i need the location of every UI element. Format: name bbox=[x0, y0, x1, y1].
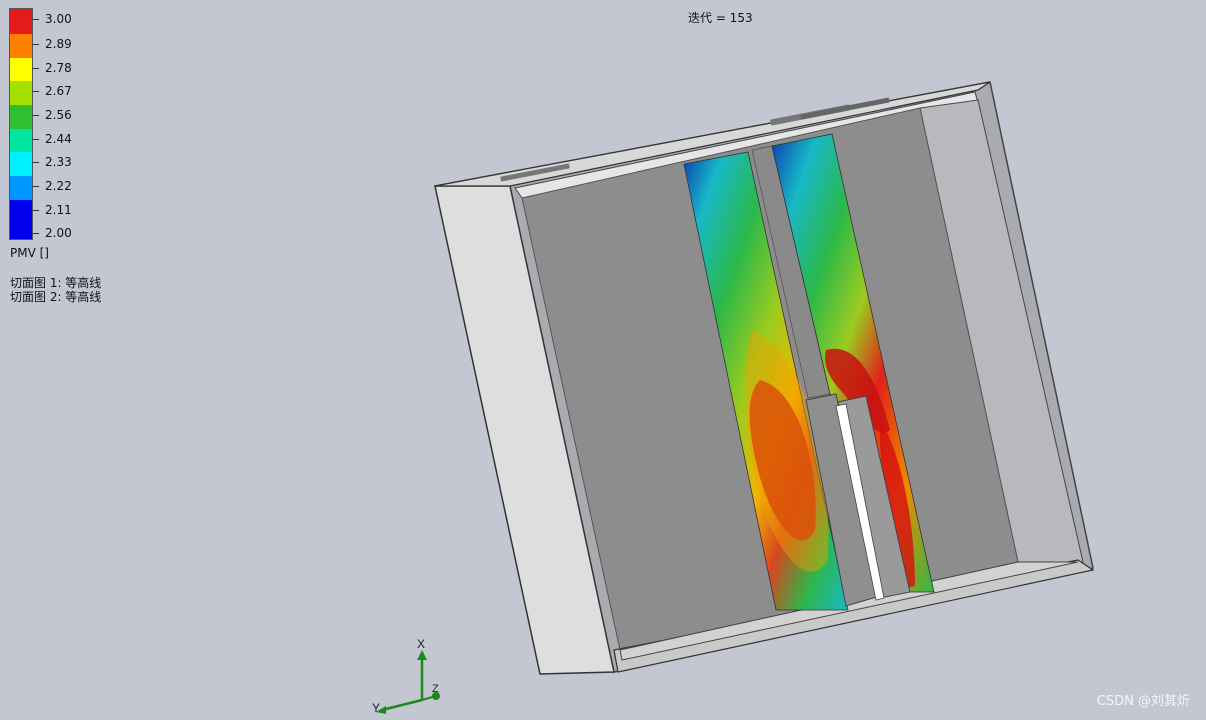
legend-seg-4 bbox=[10, 105, 32, 129]
legend-label: 2.33 bbox=[45, 155, 72, 169]
legend-label: 2.67 bbox=[45, 84, 72, 98]
legend-tick bbox=[33, 19, 39, 20]
color-legend: 3.00 2.89 2.78 2.67 2.56 2.44 2.33 2.22 … bbox=[9, 8, 139, 260]
watermark-text: CSDN @刘其炘 bbox=[1096, 694, 1190, 709]
graphics-viewport[interactable]: 3.00 2.89 2.78 2.67 2.56 2.44 2.33 2.22 … bbox=[0, 0, 1206, 720]
legend-tick bbox=[33, 186, 39, 187]
legend-label: 2.44 bbox=[45, 132, 72, 146]
legend-label: 2.22 bbox=[45, 179, 72, 193]
cut-plot-list: 切面图 1: 等高线 切面图 2: 等高线 bbox=[10, 276, 101, 304]
legend-seg-2 bbox=[10, 58, 32, 81]
legend-tick bbox=[33, 233, 39, 234]
legend-label: 2.11 bbox=[45, 203, 72, 217]
axis-y-label: Y bbox=[372, 701, 380, 715]
legend-seg-5 bbox=[10, 129, 32, 152]
legend-label: 2.78 bbox=[45, 61, 72, 75]
legend-tick bbox=[33, 68, 39, 69]
axis-triad[interactable]: X Y Z bbox=[366, 630, 456, 716]
legend-tick bbox=[33, 139, 39, 140]
cut-plot-item-1[interactable]: 切面图 1: 等高线 bbox=[10, 276, 101, 290]
legend-title: PMV [] bbox=[10, 246, 49, 260]
legend-label: 3.00 bbox=[45, 12, 72, 26]
legend-seg-7 bbox=[10, 176, 32, 200]
legend-seg-3 bbox=[10, 81, 32, 105]
iteration-indicator: 迭代 = 153 bbox=[688, 11, 753, 25]
axis-x-label: X bbox=[417, 637, 425, 651]
legend-label: 2.89 bbox=[45, 37, 72, 51]
cut-plot-item-2[interactable]: 切面图 2: 等高线 bbox=[10, 290, 101, 304]
model-view[interactable] bbox=[0, 0, 1206, 720]
legend-tick bbox=[33, 44, 39, 45]
legend-seg-6 bbox=[10, 152, 32, 176]
legend-color-bar bbox=[9, 8, 33, 240]
legend-tick bbox=[33, 115, 39, 116]
legend-label: 2.56 bbox=[45, 108, 72, 122]
legend-seg-8 bbox=[10, 200, 32, 239]
legend-seg-1 bbox=[10, 34, 32, 58]
legend-tick bbox=[33, 162, 39, 163]
legend-tick bbox=[33, 210, 39, 211]
legend-label: 2.00 bbox=[45, 226, 72, 240]
legend-tick bbox=[33, 91, 39, 92]
legend-seg-0 bbox=[10, 9, 32, 34]
axis-z-label: Z bbox=[432, 683, 439, 695]
